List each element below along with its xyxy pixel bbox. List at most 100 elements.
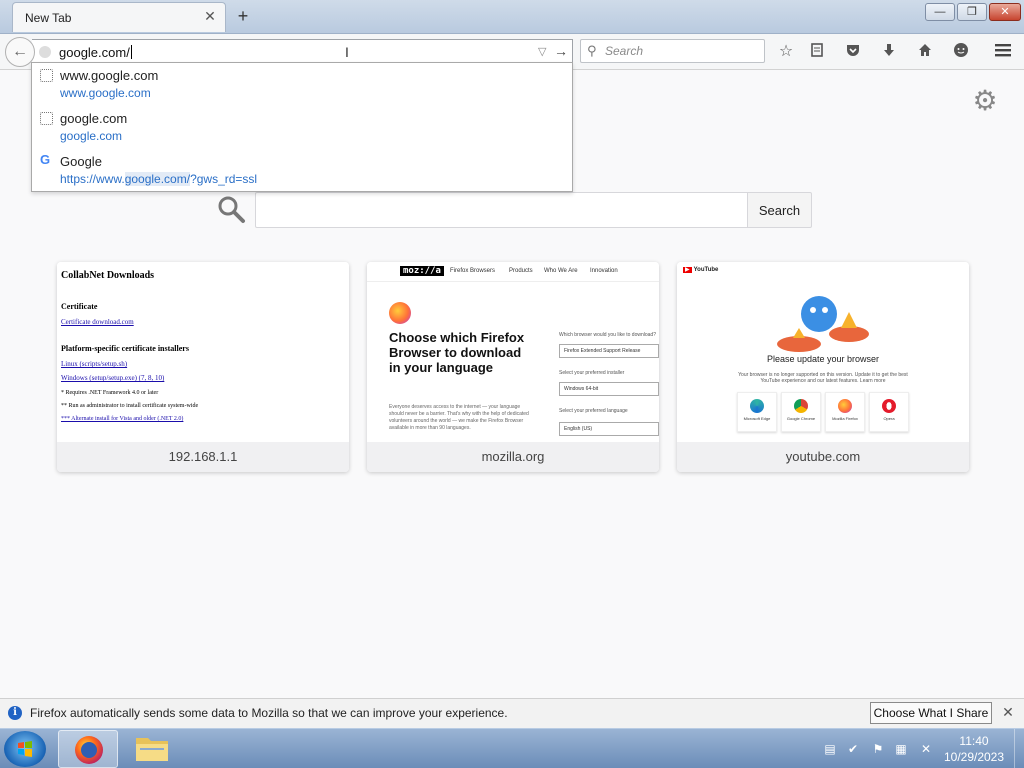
suggestion-title: www.google.com bbox=[60, 68, 159, 83]
chrome-icon bbox=[794, 399, 808, 413]
thumb-link: Windows (setup/setup.exe) (7, 8, 10) bbox=[61, 374, 165, 382]
tile-thumbnail: CollabNet Downloads Certificate Certific… bbox=[57, 262, 349, 442]
network-icon[interactable]: ▦ bbox=[893, 741, 909, 757]
thumb-nav-link: Products bbox=[509, 268, 533, 274]
site-identity-icon[interactable] bbox=[39, 46, 51, 58]
url-suggestions-popup: www.google.com www.google.com google.com… bbox=[31, 62, 573, 192]
opera-icon bbox=[882, 399, 896, 413]
shield-check-icon[interactable]: ✔ bbox=[845, 741, 861, 757]
clipboard-icon[interactable]: ▤ bbox=[822, 741, 838, 757]
thumb-heading: Choose which Firefox Browser to download… bbox=[389, 330, 525, 375]
youtube-logo: ▶ YouTube bbox=[683, 267, 719, 273]
newtab-search-input[interactable] bbox=[255, 192, 748, 228]
browser-name: Mozilla Firefox bbox=[832, 416, 858, 421]
clock-date[interactable]: 10/29/2023 bbox=[934, 750, 1014, 764]
suggestion-item[interactable]: www.google.com www.google.com bbox=[32, 63, 572, 106]
browser-option: Google Chrome bbox=[781, 392, 821, 432]
downloads-icon[interactable] bbox=[879, 42, 899, 62]
newtab-search-button[interactable]: Search bbox=[747, 192, 812, 228]
windows-taskbar: ▤ ✔ ⚑ ▦ ✕ 11:40 10/29/2023 bbox=[0, 728, 1024, 768]
info-icon: i bbox=[8, 706, 22, 720]
firefox-logo-icon bbox=[389, 302, 411, 324]
clock-time[interactable]: 11:40 bbox=[944, 734, 1004, 748]
thumb-heading: Please update your browser bbox=[766, 354, 880, 364]
browser-name: Microsoft Edge bbox=[743, 416, 771, 421]
tile-thumbnail: moz://a Firefox Browsers Products Who We… bbox=[367, 262, 659, 442]
windows-logo-icon bbox=[18, 741, 32, 757]
suggestion-url: www.google.com bbox=[60, 86, 151, 100]
search-icon: ⚲ bbox=[587, 43, 597, 58]
go-arrow-icon[interactable]: → bbox=[554, 43, 568, 59]
top-site-tile[interactable]: ▶ YouTube Please update your browser Your… bbox=[677, 262, 969, 472]
browser-name: Google Chrome bbox=[786, 416, 816, 421]
thumb-select: Firefox Extended Support Release bbox=[559, 344, 659, 358]
suggestion-title: google.com bbox=[60, 111, 128, 126]
bookmark-star-icon[interactable]: ☆ bbox=[776, 42, 796, 62]
thumb-text: Everyone deserves access to the internet… bbox=[389, 404, 529, 431]
tile-label: mozilla.org bbox=[367, 442, 659, 472]
search-bar[interactable]: ⚲ Search bbox=[580, 39, 765, 63]
close-window-button[interactable]: ✕ bbox=[989, 3, 1021, 21]
browser-name: Opera bbox=[883, 416, 895, 421]
action-center-flag-icon[interactable]: ⚑ bbox=[870, 741, 886, 757]
page-icon bbox=[40, 69, 53, 82]
suggestion-item[interactable]: G Google https://www.google.com/?gws_rd=… bbox=[32, 149, 572, 192]
maximize-button[interactable]: ❐ bbox=[957, 3, 987, 21]
update-browser-illustration bbox=[777, 296, 869, 352]
thumb-heading: Platform-specific certificate installers bbox=[61, 344, 189, 353]
thumb-heading: CollabNet Downloads bbox=[61, 270, 155, 281]
top-site-tile[interactable]: moz://a Firefox Browsers Products Who We… bbox=[367, 262, 659, 472]
tab-new-tab[interactable]: New Tab ✕ bbox=[12, 2, 226, 32]
google-g-icon: G bbox=[40, 152, 51, 167]
mozilla-logo: moz://a bbox=[400, 266, 444, 276]
browser-option: Mozilla Firefox bbox=[825, 392, 865, 432]
thumb-text: Select your preferred installer bbox=[559, 370, 625, 376]
bookmarks-menu-icon[interactable] bbox=[807, 42, 827, 62]
tab-title: New Tab bbox=[25, 11, 72, 25]
search-bar-placeholder: Search bbox=[605, 44, 644, 58]
suggestion-title: Google bbox=[60, 154, 102, 169]
suggestion-url: https://www.google.com/?gws_rd=ssl bbox=[60, 172, 258, 186]
taskbar-file-explorer[interactable] bbox=[122, 730, 182, 768]
browser-option: Opera bbox=[869, 392, 909, 432]
thumb-nav-link: Innovation bbox=[590, 268, 618, 274]
home-icon[interactable] bbox=[915, 42, 935, 62]
thumb-select: English (US) bbox=[559, 422, 659, 436]
firefox-icon bbox=[838, 399, 852, 413]
thumb-nav-link: Who We Are bbox=[544, 268, 578, 274]
choose-what-i-share-button[interactable]: Choose What I Share bbox=[870, 702, 992, 724]
firefox-icon bbox=[75, 736, 103, 764]
tab-bar: New Tab ✕ + — ❐ ✕ bbox=[0, 0, 1024, 34]
newtab-settings-gear-icon[interactable]: ⚙ bbox=[970, 86, 1000, 116]
tile-label: 192.168.1.1 bbox=[57, 442, 349, 472]
start-button[interactable] bbox=[4, 731, 46, 767]
taskbar-firefox[interactable] bbox=[58, 730, 118, 768]
edge-icon bbox=[750, 399, 764, 413]
thumb-text: Select your preferred language bbox=[559, 408, 628, 414]
minimize-button[interactable]: — bbox=[925, 3, 955, 21]
show-desktop-button[interactable] bbox=[1014, 729, 1024, 768]
suggestion-item[interactable]: google.com google.com bbox=[32, 106, 572, 149]
thumb-nav: moz://a Firefox Browsers Products Who We… bbox=[367, 262, 659, 282]
data-collection-notification-bar: i Firefox automatically sends some data … bbox=[0, 698, 1024, 728]
new-tab-button[interactable]: + bbox=[234, 7, 252, 25]
hamburger-menu-icon[interactable] bbox=[993, 42, 1013, 62]
page-icon bbox=[40, 112, 53, 125]
folder-icon bbox=[136, 738, 168, 761]
thumb-link: Linux (scripts/setup.sh) bbox=[61, 360, 128, 368]
history-dropdown-icon[interactable]: ▽ bbox=[538, 45, 546, 58]
top-site-tile[interactable]: CollabNet Downloads Certificate Certific… bbox=[57, 262, 349, 472]
volume-muted-icon[interactable]: ✕ bbox=[918, 741, 934, 757]
thumb-link: Certificate download.com bbox=[61, 318, 134, 326]
url-input[interactable]: google.com/ bbox=[59, 45, 132, 60]
thumb-text: Your browser is no longer supported on t… bbox=[738, 372, 908, 384]
thumb-text: * Requires .NET Framework 4.0 or later bbox=[61, 390, 159, 396]
tile-thumbnail: ▶ YouTube Please update your browser Your… bbox=[677, 262, 969, 442]
browser-option: Microsoft Edge bbox=[737, 392, 777, 432]
pocket-icon[interactable] bbox=[843, 42, 863, 62]
thumb-select: Windows 64-bit bbox=[559, 382, 659, 396]
notification-close-icon[interactable]: ✕ bbox=[1001, 705, 1015, 719]
tab-close-icon[interactable]: ✕ bbox=[203, 9, 217, 23]
hello-chat-icon[interactable] bbox=[951, 42, 971, 62]
search-icon bbox=[216, 194, 246, 224]
